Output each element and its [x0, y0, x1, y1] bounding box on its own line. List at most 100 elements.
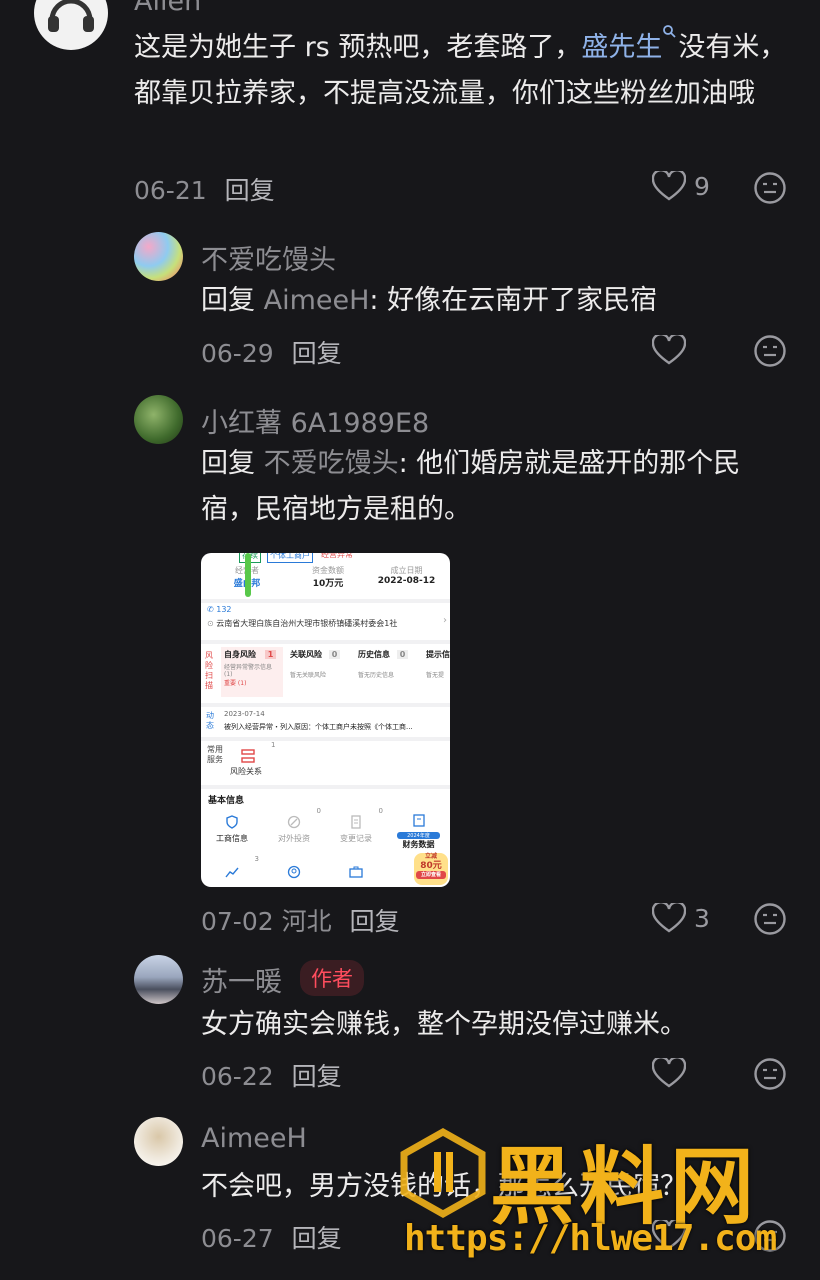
promo-line: 立即查看: [416, 871, 446, 879]
card-dyn-text: 被列入经营异常・列入原因：个体工商户未按照《个体工商...: [224, 723, 413, 731]
card-risk-title-row: 关联风险 0: [290, 649, 350, 660]
username[interactable]: AimeeH: [201, 1123, 307, 1154]
like-button[interactable]: [652, 335, 686, 365]
emoji-reaction-button[interactable]: [753, 902, 787, 940]
document-icon: [351, 815, 361, 829]
briefcase-icon: [349, 866, 363, 878]
phone-icon: ✆: [207, 605, 214, 614]
reply-button[interactable]: 回复: [225, 176, 275, 205]
relation-icon: [241, 749, 255, 763]
people-icon: [287, 865, 301, 879]
comment-text: 这是为她生子 rs 预热吧，老套路了，盛先生 没有米，都靠贝拉养家，不提高没流量，…: [134, 24, 789, 117]
heart-icon: [652, 335, 686, 365]
finance-icon: [412, 814, 425, 827]
reply-button[interactable]: 回复: [292, 1224, 342, 1253]
reply-button[interactable]: 回复: [292, 1062, 342, 1091]
card-tag: 经营异常: [321, 553, 353, 559]
card-risk-sub: 重要 (1): [224, 680, 247, 687]
promo-badge[interactable]: 立减 80元 立即查看: [414, 853, 448, 885]
card-risk-sub: 暂无关联风险: [290, 672, 327, 679]
avatar[interactable]: [134, 395, 183, 444]
card-dynamics: 动态 2023-07-14 被列入经营异常・列入原因：个体工商户未按照《个体工商…: [201, 708, 450, 738]
username[interactable]: 不爱吃馒头: [201, 238, 336, 277]
card-services: 常用服务 1 风险关系: [201, 741, 450, 785]
card-risk-side: 风险扫描: [205, 651, 213, 690]
neutral-face-icon: [754, 1058, 786, 1090]
avatar[interactable]: [34, 0, 108, 50]
card-stat-value: 10万元: [312, 579, 344, 589]
promo-line: 立减: [424, 853, 437, 860]
card-basic-item: [325, 859, 387, 887]
card-risk-sub: 经营异常警示信息: [224, 664, 273, 671]
card-risk-title: 自身风险: [224, 650, 256, 659]
heart-icon: [652, 903, 686, 933]
username[interactable]: 苏一暖: [201, 960, 282, 999]
like-button[interactable]: [652, 1058, 686, 1088]
emoji-reaction-button[interactable]: [753, 171, 787, 209]
card-basic-item: 工商信息: [201, 813, 263, 853]
card-basic-item: 2024年度 财务数据: [387, 813, 450, 853]
emoji-reaction-button[interactable]: [753, 334, 787, 372]
neutral-face-icon: [754, 335, 786, 367]
card-phone: ✆ 132: [207, 605, 444, 614]
mention-link[interactable]: AimeeH: [264, 285, 370, 316]
redaction-mark: [245, 553, 251, 597]
card-risk-sub: (1): [224, 671, 233, 678]
neutral-face-icon: [754, 172, 786, 204]
card-risk-title: 关联风险: [290, 650, 322, 659]
invest-icon: [287, 815, 301, 829]
mention-link[interactable]: 不爱吃馒头: [264, 448, 399, 479]
card-basic-label: 财务数据: [402, 840, 435, 849]
avatar[interactable]: [134, 1117, 183, 1166]
card-stats: 经营者 盛■邦 资金数额 10万元 成立日期 2022-08-12: [201, 565, 450, 597]
author-badge: 作者: [300, 960, 364, 996]
reply-button[interactable]: 回复: [292, 339, 342, 368]
card-basic-item: 0 变更记录: [325, 807, 387, 853]
comment-meta: 06-21 回复: [134, 171, 275, 207]
card-basic-item: 0 对外投资: [263, 807, 325, 853]
comment-date: 06-29: [201, 339, 274, 368]
card-basic-count: 0: [316, 807, 321, 815]
heart-icon: [652, 1058, 686, 1088]
heart-icon: [652, 171, 686, 201]
comment-location: 河北: [281, 907, 332, 936]
card-risk-count: 0: [396, 650, 409, 659]
watermark-logo-icon: [400, 1128, 486, 1218]
avatar[interactable]: [134, 955, 183, 1004]
card-stat: 资金数额 10万元: [293, 565, 363, 597]
comment-date: 06-21: [134, 176, 207, 205]
comment-text-part: : 好像在云南开了家民宿: [369, 285, 658, 316]
username[interactable]: Allen: [134, 0, 201, 17]
card-risk-col: 自身风险 1 经营异常警示信息 (1) 重要 (1): [221, 647, 283, 697]
comment-text: 回复 AimeeH: 好像在云南开了家民宿: [201, 278, 791, 324]
comment-date: 07-02: [201, 907, 274, 936]
search-link[interactable]: 盛先生: [581, 25, 678, 63]
comment-text-part: 这是为她生子 rs 预热吧，老套路了，: [134, 32, 582, 63]
card-basic-item: [263, 859, 325, 887]
card-risk-count: 1: [264, 650, 277, 659]
comment-meta: 06-27 回复: [201, 1219, 342, 1255]
like-button[interactable]: 3: [652, 903, 710, 933]
comment-text: 回复 不爱吃馒头: 他们婚房就是盛开的那个民宿，民宿地方是租的。: [201, 441, 791, 533]
attached-image[interactable]: 存续 个体工商户 经营异常 经营者 盛■邦 资金数额 10万元 成立日期 202…: [201, 553, 450, 887]
watermark-url: https://hlwe17.com: [404, 1218, 777, 1259]
card-svc-side: 常用服务: [207, 745, 223, 764]
card-risk-scan: 风险扫描 自身风险 1 经营异常警示信息 (1) 重要 (1) 关联风险 0 暂…: [201, 647, 450, 701]
avatar[interactable]: [134, 232, 183, 281]
shield-icon: [226, 815, 238, 829]
location-icon: ⊙: [207, 619, 214, 628]
card-svc-count: 1: [271, 741, 276, 749]
divider: [201, 703, 450, 707]
card-basic-label: 工商信息: [216, 834, 248, 843]
username[interactable]: 小红薯 6A1989E8: [201, 401, 429, 440]
emoji-reaction-button[interactable]: [753, 1057, 787, 1095]
like-button[interactable]: 9: [652, 171, 710, 201]
chevron-right-icon: ›: [443, 615, 447, 626]
reply-prefix: 回复: [201, 285, 255, 316]
reply-button[interactable]: 回复: [350, 907, 400, 936]
comment-meta: 07-02 河北 回复: [201, 902, 400, 938]
card-basic-grid-2: 3: [201, 855, 450, 887]
neutral-face-icon: [754, 903, 786, 935]
reply-prefix: 回复: [201, 448, 255, 479]
card-tag: 个体工商户: [267, 553, 313, 563]
